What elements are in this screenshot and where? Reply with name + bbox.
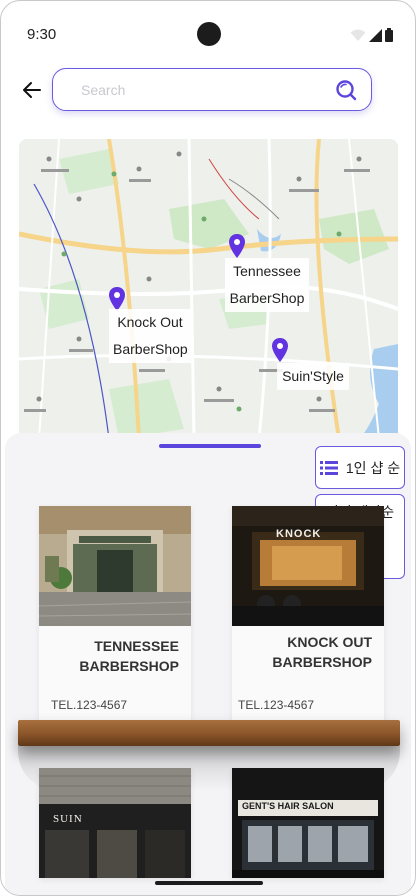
sheet-drag-handle[interactable] [159,444,261,448]
shop-sign: KNOCK [276,528,322,540]
system-icons [350,28,393,42]
shop-card-suin-style[interactable]: SUIN [39,768,191,878]
list-icon [319,460,338,475]
shop-phone: TEL.123-4567 [238,698,315,712]
shop-photo: KNOCK [232,506,384,626]
phone-screen: 9:30 Search Tennessee BarberShop Knock O… [0,0,416,896]
search-icon[interactable] [335,79,357,101]
map-label-suin-style[interactable]: Suin'Style [277,363,349,390]
map-pin-icon[interactable] [271,338,289,362]
search-input[interactable] [81,79,311,101]
shop-name: KNOCK OUT BARBERSHOP [272,634,372,670]
shop-photo [39,506,191,626]
map-pin-icon[interactable] [108,287,126,311]
shop-sign: GENT'S HAIR SALON [242,801,334,811]
map-tiles [19,139,398,439]
shop-photo: GENT'S HAIR SALON [232,768,384,878]
display-shelf [18,720,400,746]
battery-icon [385,28,393,42]
shop-card-gents-hair-salon[interactable]: GENT'S HAIR SALON [232,768,384,878]
shop-phone: TEL.123-4567 [51,698,128,712]
wifi-icon [350,29,366,41]
front-camera [197,22,221,46]
search-bar [52,68,372,111]
shop-card-tennessee[interactable]: TENNESSEE BARBERSHOP TEL.123-4567 [39,506,191,721]
home-indicator[interactable] [155,881,263,885]
map-label-tennessee[interactable]: Tennessee BarberShop [225,258,309,312]
sort-selected-label: 1인 샵 순 [345,459,401,476]
shop-name: TENNESSEE BARBERSHOP [79,638,179,674]
shop-card-knock-out[interactable]: KNOCK KNOCK OUT BARBERSHOP TEL.123-4567 [232,506,384,721]
back-arrow-icon[interactable] [21,79,43,101]
map-view[interactable]: Tennessee BarberShop Knock Out BarberSho… [19,139,398,439]
map-label-knock-out[interactable]: Knock Out BarberShop [109,309,191,363]
shop-photo: SUIN [39,768,191,878]
shop-sign: SUIN [53,813,83,825]
map-pin-icon[interactable] [228,234,246,258]
sort-button[interactable]: 1인 샵 순 [315,446,405,489]
status-time: 9:30 [27,26,57,43]
status-bar: 9:30 [1,1,415,67]
signal-icon [369,28,382,42]
